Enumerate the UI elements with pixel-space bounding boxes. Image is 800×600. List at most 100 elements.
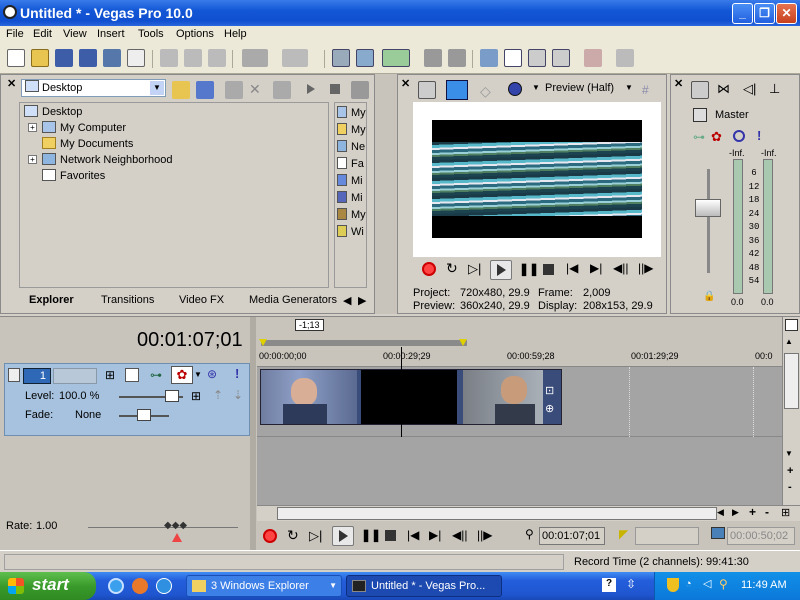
zoom-in-icon[interactable]: + <box>787 465 793 477</box>
menu-view[interactable]: View <box>63 28 87 40</box>
record-icon[interactable] <box>422 262 436 276</box>
chevron-down-icon[interactable]: ▼ <box>532 83 540 92</box>
properties-icon[interactable] <box>127 49 145 67</box>
master-fader-handle[interactable] <box>695 199 721 217</box>
menu-file[interactable]: File <box>6 28 24 40</box>
preview-quality-icon[interactable] <box>508 82 522 96</box>
play-button[interactable] <box>332 526 354 546</box>
selection-tool-icon[interactable] <box>528 49 546 67</box>
chevron-down-icon[interactable]: ▼ <box>150 81 164 95</box>
close-panel-icon[interactable]: ✕ <box>401 77 410 90</box>
scroll-down-icon[interactable]: ▼ <box>785 449 793 458</box>
firefox-quicklaunch-icon[interactable] <box>132 578 148 594</box>
composite-mode-icon[interactable]: ⊛ <box>207 367 217 381</box>
fade-slider-handle[interactable] <box>137 409 151 421</box>
auto-ripple-icon[interactable] <box>356 49 374 67</box>
downmix-icon[interactable]: ⋈ <box>717 81 730 97</box>
track-name-field[interactable] <box>53 368 97 384</box>
tab-video-fx[interactable]: Video FX <box>179 294 224 306</box>
save-icon[interactable] <box>55 49 73 67</box>
go-to-end-icon[interactable]: ▶| <box>429 528 441 542</box>
file-item[interactable]: Mi <box>337 191 363 204</box>
help-tray-icon[interactable]: ? <box>602 578 616 592</box>
loop-start-marker[interactable] <box>259 339 267 346</box>
selection-length-field[interactable]: 00:00:50;02 <box>727 527 795 545</box>
snap-icon[interactable]: ⊞ <box>781 506 790 519</box>
add-to-favorites-icon[interactable] <box>225 81 243 99</box>
new-folder-icon[interactable] <box>273 81 291 99</box>
volume-tray-icon[interactable]: ◁ <box>703 577 711 590</box>
composite-parent-icon[interactable]: ⊞ <box>191 389 201 403</box>
loop-end-marker[interactable] <box>459 339 467 346</box>
stop-preview-icon[interactable] <box>330 84 340 94</box>
search-tray-icon[interactable]: ⚲ <box>719 577 728 591</box>
video-track-lane[interactable]: ⊡ ⊕ <box>257 347 782 511</box>
scroll-right-icon[interactable]: ▶ <box>732 507 739 518</box>
scroll-thumb[interactable] <box>277 507 717 520</box>
make-compositing-child-icon[interactable]: ⇣ <box>233 388 243 402</box>
event-pan-crop-icon[interactable]: ⊡ <box>545 384 554 397</box>
panel-splitter[interactable] <box>375 74 397 314</box>
file-item[interactable]: Ne <box>337 140 365 153</box>
new-project-icon[interactable] <box>7 49 25 67</box>
go-to-start-icon[interactable]: |◀ <box>566 261 578 275</box>
preview-quality-dropdown[interactable]: Preview (Half) <box>545 82 614 94</box>
file-item[interactable]: Fa <box>337 157 364 170</box>
auto-preview-icon[interactable] <box>351 81 369 99</box>
tab-scroll-left-icon[interactable]: ◀ <box>343 294 351 307</box>
stop-icon[interactable] <box>543 264 554 275</box>
mixer-properties-icon[interactable] <box>691 81 709 99</box>
maximize-button[interactable]: ❐ <box>754 3 775 24</box>
delete-icon[interactable]: ✕ <box>249 81 261 98</box>
tree-item-network-neighborhood[interactable]: Network Neighborhood <box>42 153 173 168</box>
title-bar[interactable]: Untitled * - Vegas Pro 10.0 _ ❐ ✕ <box>0 0 800 26</box>
marker-icon[interactable] <box>785 319 798 331</box>
cursor-time-field[interactable]: 00:01:07;01 <box>539 527 605 545</box>
bus-envelopes-icon[interactable]: ⊶ <box>693 130 705 144</box>
overlays-icon[interactable]: # <box>642 83 649 97</box>
video-event[interactable]: ⊡ ⊕ <box>260 369 562 425</box>
preview-on-external-monitor-icon[interactable] <box>446 80 468 100</box>
play-from-start-icon[interactable]: ▷| <box>468 261 481 277</box>
video-output-fx-icon[interactable] <box>418 81 436 99</box>
track-motion-icon[interactable] <box>125 368 139 382</box>
marker-bar[interactable]: -1;13 <box>257 317 782 347</box>
pause-icon[interactable]: ❚❚ <box>519 262 539 276</box>
scroll-thumb[interactable] <box>784 353 799 409</box>
solo-icon[interactable]: ! <box>235 366 239 381</box>
start-button[interactable]: start <box>0 572 96 600</box>
normal-edit-tool-icon[interactable] <box>480 49 498 67</box>
track-header[interactable]: 1 ⊞ ⊶ ✿ ▼ ⊛ ! Level: 100.0 % ⊞ ⇡ ⇣ Fade:… <box>4 363 250 436</box>
vertical-scrollbar[interactable]: ▲ ▼ + - <box>782 317 800 505</box>
redo-icon[interactable] <box>282 49 308 67</box>
solo-icon[interactable]: ! <box>757 128 761 143</box>
play-button[interactable] <box>490 260 512 280</box>
close-panel-icon[interactable]: ✕ <box>7 77 16 90</box>
menu-help[interactable]: Help <box>224 28 247 40</box>
menu-options[interactable]: Options <box>176 28 214 40</box>
zoom-out-horizontal-icon[interactable]: - <box>765 505 769 519</box>
record-icon[interactable] <box>263 529 277 543</box>
tree-item-my-computer[interactable]: My Computer <box>42 121 126 136</box>
close-button[interactable]: ✕ <box>776 3 797 24</box>
network-tray-icon[interactable]: ◔ <box>685 578 692 590</box>
go-to-start-icon[interactable]: |◀ <box>407 528 419 542</box>
selection-start-field[interactable] <box>635 527 699 545</box>
scroll-up-icon[interactable]: ▲ <box>785 337 793 346</box>
menu-insert[interactable]: Insert <box>97 28 125 40</box>
dim-output-icon[interactable]: ◁| <box>743 81 756 97</box>
file-item[interactable]: My <box>337 123 366 136</box>
tree-item-my-documents[interactable]: My Documents <box>42 137 133 152</box>
file-item[interactable]: Mi <box>337 174 363 187</box>
lock-icon[interactable]: 🔒 <box>703 291 715 302</box>
make-compositing-parent-icon[interactable]: ⇡ <box>213 388 223 402</box>
tab-transitions[interactable]: Transitions <box>101 294 154 306</box>
copy-icon[interactable] <box>184 49 202 67</box>
track-expand-icon[interactable] <box>8 368 20 382</box>
empty-track-area[interactable] <box>257 437 782 505</box>
zoom-in-horizontal-icon[interactable]: + <box>749 505 756 519</box>
crossfades-icon[interactable] <box>448 49 466 67</box>
snapping-icon[interactable] <box>332 49 350 67</box>
tab-media-generators[interactable]: Media Generators <box>249 294 337 306</box>
expand-icon[interactable]: + <box>28 155 37 164</box>
